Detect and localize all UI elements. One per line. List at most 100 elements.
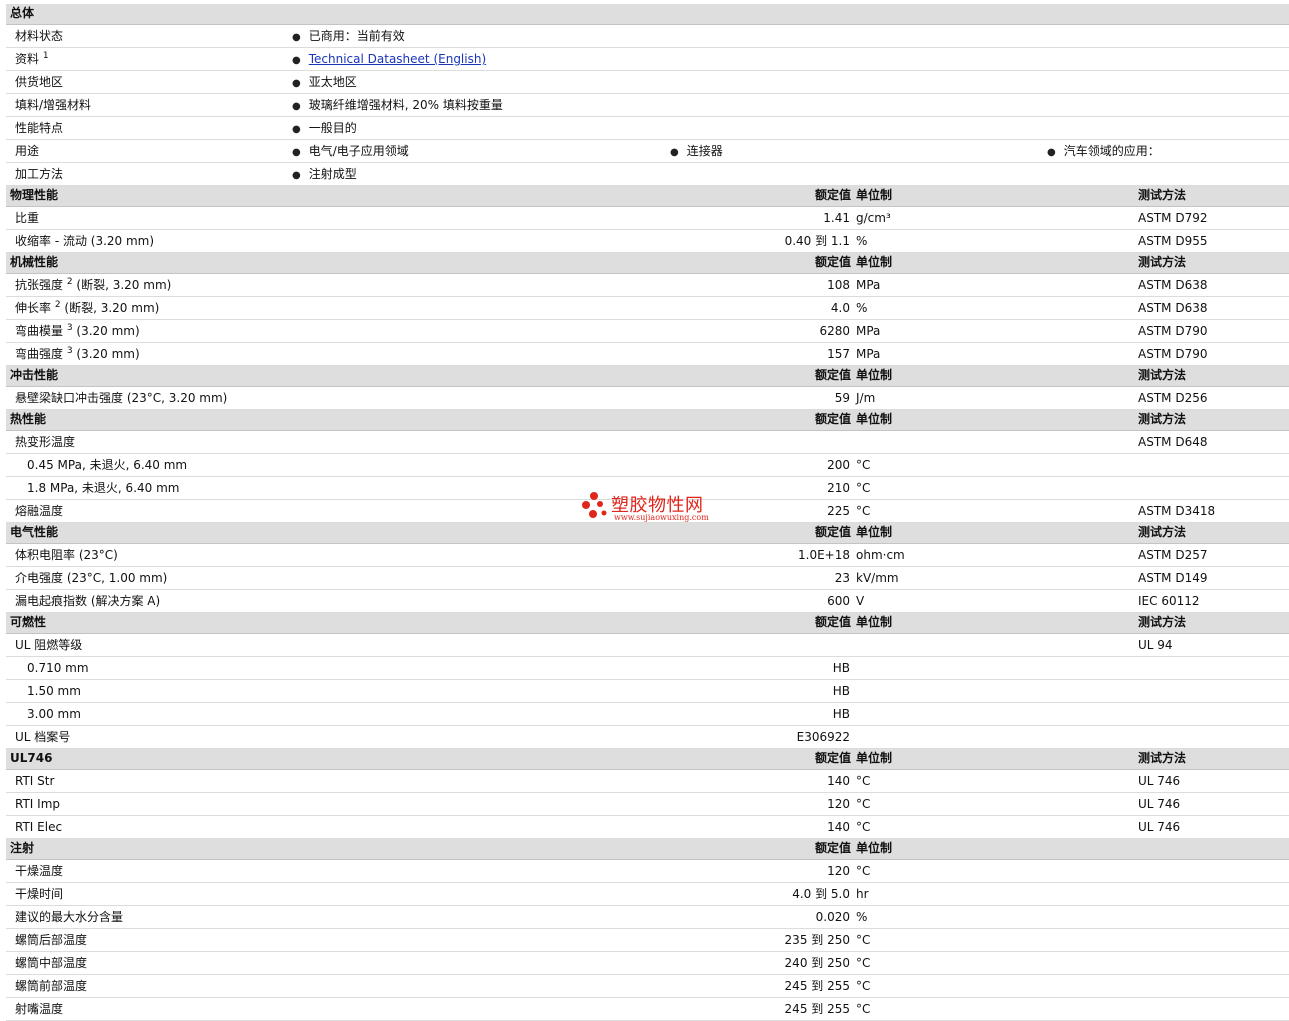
test-method-column-header: 测试方法 — [1138, 188, 1187, 202]
test-method-column-header: 测试方法 — [1138, 615, 1187, 629]
section-header-general: 总体 — [6, 4, 1289, 25]
nominal-value: 245 到 255 — [784, 1002, 850, 1016]
general-row: 用途 ● 电气/电子应用领域 ● 连接器 ● 汽车领域的应用： — [6, 140, 1289, 163]
property-label: 供货地区 — [15, 75, 63, 90]
section-header: 热性能 额定值 单位制 测试方法 — [6, 410, 1289, 431]
section-title: 热性能 — [10, 412, 47, 426]
property-label-text: 体积电阻率 (23°C) — [15, 548, 118, 562]
unit-column-header: 单位制 — [856, 188, 893, 202]
unit-value: °C — [856, 774, 871, 788]
property-label-text: 弯曲模量 — [15, 324, 64, 338]
test-method: ASTM D256 — [1138, 391, 1208, 405]
nominal-value: 1.0E+18 — [798, 548, 850, 562]
nominal-value: 140 — [827, 774, 850, 788]
property-label-text: 资料 — [15, 52, 40, 66]
property-condition: (断裂, 3.20 mm) — [64, 301, 160, 315]
watermark-url: www.sujiaowuxing.com — [614, 513, 709, 522]
footnote-marker: 2 — [54, 300, 61, 310]
unit-column-header: 单位制 — [856, 368, 893, 382]
bullet-text: 注射成型 — [308, 167, 357, 181]
section-header: UL746 额定值 单位制 测试方法 — [6, 749, 1289, 770]
unit-value: °C — [856, 956, 871, 970]
property-label: UL 档案号 — [15, 730, 70, 745]
bullet-text: 电气/电子应用领域 — [308, 144, 409, 158]
property-label-text: 螺筒前部温度 — [15, 979, 88, 993]
nominal-value: 6280 — [819, 324, 850, 338]
property-label: RTI Str — [15, 774, 54, 789]
property-row: 悬壁梁缺口冲击强度 (23°C, 3.20 mm) 59 J/m ASTM D256 — [6, 387, 1289, 410]
nominal-column-header: 额定值 — [814, 188, 851, 202]
property-label: 比重 — [15, 211, 39, 226]
property-label: 填料/增强材料 — [15, 98, 91, 113]
section-title: 物理性能 — [10, 188, 59, 202]
property-label-text: RTI Str — [15, 774, 55, 788]
nominal-column-header: 额定值 — [814, 368, 851, 382]
datasheet-link[interactable]: Technical Datasheet (English) — [309, 52, 486, 66]
nominal-value: 0.40 到 1.1 — [784, 234, 850, 248]
unit-value: °C — [856, 933, 871, 947]
property-label: 弯曲强度 3 (3.20 mm) — [15, 347, 140, 362]
section-header: 可燃性 额定值 单位制 测试方法 — [6, 613, 1289, 634]
property-label-text: 热变形温度 — [15, 435, 76, 449]
property-label-text: 0.710 mm — [27, 661, 89, 675]
unit-value: kV/mm — [856, 571, 899, 585]
general-row: 填料/增强材料 ● 玻璃纤维增强材料, 20% 填料按重量 — [6, 94, 1289, 117]
test-method: ASTM D3418 — [1138, 504, 1216, 518]
property-condition: (3.20 mm) — [76, 324, 140, 338]
property-label: 螺筒后部温度 — [15, 933, 87, 948]
section-title: 总体 — [10, 6, 35, 20]
unit-value: °C — [856, 481, 871, 495]
bullet-item: ● 玻璃纤维增强材料, 20% 填料按重量 — [292, 98, 503, 114]
property-row: UL 档案号 E306922 — [6, 726, 1289, 749]
property-label-text: 伸长率 — [15, 301, 52, 315]
unit-column-header: 单位制 — [856, 525, 893, 539]
test-method: ASTM D955 — [1138, 234, 1208, 248]
property-row: 建议的最大水分含量 0.020% — [6, 906, 1289, 929]
footnote-marker: 3 — [66, 346, 73, 356]
nominal-value: 240 到 250 — [784, 956, 850, 970]
nominal-value: 600 — [827, 594, 850, 608]
nominal-value: 1.41 — [823, 211, 850, 225]
property-label: 干燥时间 — [15, 887, 63, 902]
unit-value: °C — [856, 820, 871, 834]
property-row: 射嘴温度 245 到 255 °C — [6, 998, 1289, 1021]
bullet-icon: ● — [292, 124, 301, 135]
property-label: 建议的最大水分含量 — [15, 910, 123, 925]
property-label-text: 螺筒中部温度 — [15, 956, 88, 970]
property-label-text: 建议的最大水分含量 — [15, 910, 124, 924]
bullet-text: 汽车领域的应用： — [1063, 144, 1160, 158]
unit-value: J/m — [856, 391, 876, 405]
property-label-text: 悬壁梁缺口冲击强度 (23°C, 3.20 mm) — [15, 391, 228, 405]
unit-value: °C — [856, 458, 871, 472]
test-method: ASTM D149 — [1138, 571, 1208, 585]
bullet-icon: ● — [292, 147, 301, 158]
nominal-value: 157 — [827, 347, 850, 361]
property-row: 热变形温度 ASTM D648 — [6, 431, 1289, 454]
property-label: UL 阻燃等级 — [15, 638, 82, 653]
general-row: 材料状态 ● 已商用：当前有效 — [6, 25, 1289, 48]
nominal-value: HB — [832, 661, 850, 675]
section-title: 电气性能 — [10, 525, 59, 539]
unit-value: V — [856, 594, 865, 608]
property-label-text: 1.50 mm — [27, 684, 81, 698]
test-method: ASTM D792 — [1138, 211, 1208, 225]
test-method: UL 746 — [1138, 820, 1181, 834]
test-method: ASTM D790 — [1138, 324, 1208, 338]
unit-value: MPa — [856, 278, 881, 292]
bullet-text: 一般目的 — [308, 121, 357, 135]
bullet-text: 玻璃纤维增强材料, 20% 填料按重量 — [308, 98, 503, 112]
nominal-value: E306922 — [796, 730, 850, 744]
general-row: 性能特点 ● 一般目的 — [6, 117, 1289, 140]
nominal-value: 210 — [827, 481, 850, 495]
property-label: 收缩率 - 流动 (3.20 mm) — [15, 234, 154, 249]
property-row: RTI Str 140 °C UL 746 — [6, 770, 1289, 793]
unit-column-header: 单位制 — [856, 615, 893, 629]
bullet-text: 亚太地区 — [308, 75, 357, 89]
nominal-value: 120 — [827, 864, 850, 878]
property-row: UL 阻燃等级 UL 94 — [6, 634, 1289, 657]
property-condition: (3.20 mm) — [76, 347, 140, 361]
property-row: 漏电起痕指数 (解决方案 A) 600 V IEC 60112 — [6, 590, 1289, 613]
property-label: 0.710 mm — [27, 661, 89, 676]
property-label-text: RTI Elec — [15, 820, 63, 834]
property-label-text: 材料状态 — [15, 29, 64, 43]
